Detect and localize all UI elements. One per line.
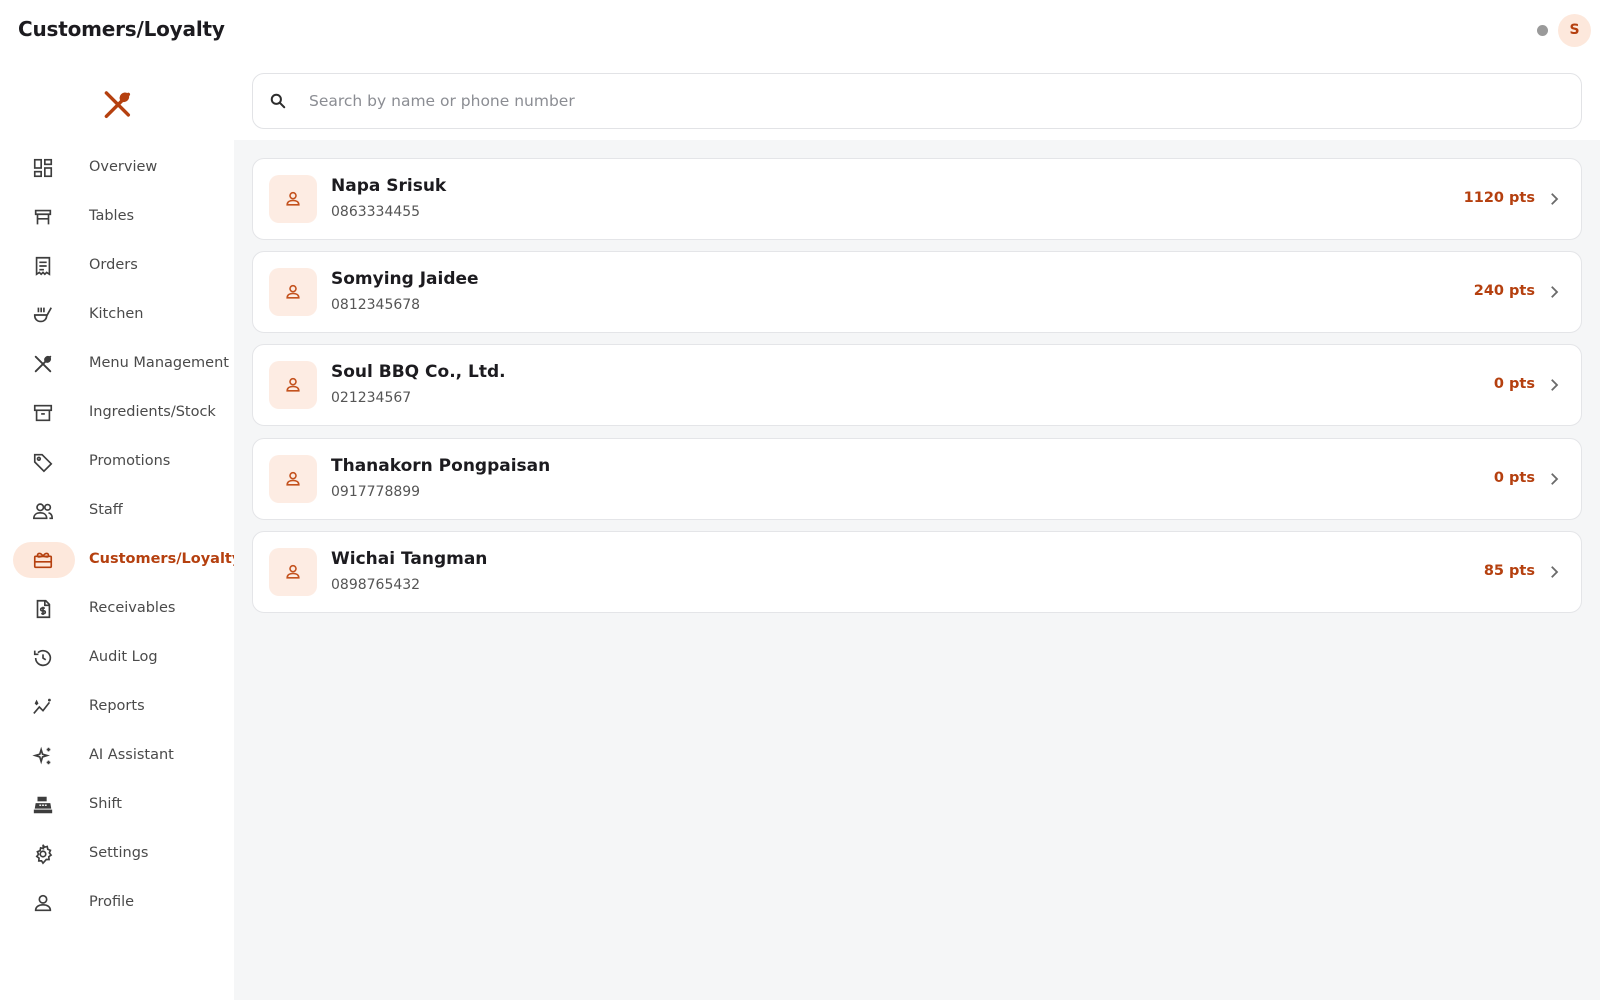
sidebar-item-label: Reports — [89, 698, 145, 714]
loyalty-points: 1120 pts — [1463, 190, 1535, 206]
customer-phone: 0812345678 — [331, 297, 421, 313]
sidebar-item-tables[interactable]: Tables — [13, 199, 228, 235]
chevron-right-icon — [1551, 566, 1559, 578]
tag-icon — [32, 451, 54, 473]
customer-name: Napa Srisuk — [331, 176, 447, 196]
sidebar-item-label: Ingredients/Stock — [89, 404, 216, 420]
sidebar-item-shift[interactable]: Shift — [13, 787, 228, 823]
customer-card[interactable]: Somying Jaidee 0812345678 240 pts — [252, 251, 1582, 333]
utensils-icon — [32, 353, 54, 375]
sidebar-item-promotions[interactable]: Promotions — [13, 444, 228, 480]
sidebar-item-customers-loyalty[interactable]: Customers/Loyalty — [13, 542, 241, 578]
sidebar-item-label: Customers/Loyalty — [89, 551, 242, 567]
sidebar-item-label: Tables — [89, 208, 135, 224]
loyalty-points: 240 pts — [1473, 283, 1535, 299]
kitchen-icon — [32, 304, 54, 326]
customer-name: Soul BBQ Co., Ltd. — [331, 362, 506, 382]
customer-phone: 0898765432 — [331, 577, 421, 593]
gear-icon — [32, 843, 54, 865]
trend-chart-icon — [32, 696, 54, 718]
search-input[interactable] — [309, 84, 1559, 118]
chevron-right-icon — [1551, 286, 1559, 298]
sidebar-item-label: Orders — [89, 257, 138, 273]
sidebar-item-label: Menu Management — [89, 355, 229, 371]
loyalty-card-icon — [32, 549, 54, 571]
restaurant-logo-icon — [100, 88, 134, 122]
sidebar-item-staff[interactable]: Staff — [13, 493, 228, 529]
sidebar-item-reports[interactable]: Reports — [13, 689, 228, 725]
chevron-right-icon — [1551, 473, 1559, 485]
customer-card[interactable]: Napa Srisuk 0863334455 1120 pts — [252, 158, 1582, 240]
person-icon — [286, 564, 300, 579]
sidebar-item-menu-management[interactable]: Menu Management — [13, 346, 229, 382]
sidebar-item-label: Promotions — [89, 453, 171, 469]
customer-phone: 0917778899 — [331, 484, 421, 500]
people-icon — [32, 500, 54, 522]
person-icon — [286, 377, 300, 392]
sidebar-item-ai-assistant[interactable]: AI Assistant — [13, 738, 228, 774]
sidebar-item-kitchen[interactable]: Kitchen — [13, 297, 228, 333]
person-icon — [286, 191, 300, 206]
person-icon — [286, 471, 300, 486]
table-icon — [32, 206, 54, 228]
customer-name: Thanakorn Pongpaisan — [331, 456, 551, 476]
customer-avatar — [269, 175, 317, 223]
sidebar-item-label: Staff — [89, 502, 123, 518]
sidebar-item-profile[interactable]: Profile — [13, 885, 228, 921]
history-icon — [32, 647, 54, 669]
customer-card[interactable]: Wichai Tangman 0898765432 85 pts — [252, 531, 1582, 613]
customer-phone: 021234567 — [331, 390, 412, 406]
customer-card[interactable]: Soul BBQ Co., Ltd. 021234567 0 pts — [252, 344, 1582, 426]
customer-phone: 0863334455 — [331, 204, 421, 220]
search-bar[interactable] — [252, 73, 1582, 129]
loyalty-points: 85 pts — [1483, 563, 1535, 579]
sidebar-item-ingredients-stock[interactable]: Ingredients/Stock — [13, 395, 228, 431]
sidebar-item-label: AI Assistant — [89, 747, 174, 763]
customer-avatar — [269, 268, 317, 316]
customer-avatar — [269, 455, 317, 503]
sidebar: Overview Tables Orders Kitchen Menu Mana… — [0, 60, 241, 1000]
sidebar-item-label: Kitchen — [89, 306, 144, 322]
chevron-right-icon — [1551, 379, 1559, 391]
status-indicator — [1537, 25, 1548, 36]
invoice-dollar-icon — [32, 598, 54, 620]
avatar[interactable]: S — [1558, 14, 1591, 47]
cash-register-icon — [32, 794, 54, 816]
sidebar-item-label: Shift — [89, 796, 122, 812]
top-app-bar: Customers/Loyalty S — [0, 0, 1600, 60]
person-icon — [286, 284, 300, 299]
sidebar-item-settings[interactable]: Settings — [13, 836, 228, 872]
receipt-icon — [32, 255, 54, 277]
archive-box-icon — [32, 402, 54, 424]
page-title: Customers/Loyalty — [18, 17, 225, 41]
sidebar-item-audit-log[interactable]: Audit Log — [13, 640, 228, 676]
sidebar-item-label: Settings — [89, 845, 149, 861]
customer-name: Somying Jaidee — [331, 269, 479, 289]
customer-avatar — [269, 548, 317, 596]
dashboard-icon — [32, 157, 54, 179]
chevron-right-icon — [1551, 193, 1559, 205]
customer-card[interactable]: Thanakorn Pongpaisan 0917778899 0 pts — [252, 438, 1582, 520]
person-icon — [32, 892, 54, 914]
sidebar-item-orders[interactable]: Orders — [13, 248, 228, 284]
sparkles-icon — [32, 745, 54, 767]
sidebar-item-receivables[interactable]: Receivables — [13, 591, 228, 627]
sidebar-item-overview[interactable]: Overview — [13, 150, 228, 186]
search-icon — [268, 91, 288, 111]
sidebar-item-label: Overview — [89, 159, 158, 175]
sidebar-item-label: Receivables — [89, 600, 176, 616]
loyalty-points: 0 pts — [1493, 470, 1535, 486]
sidebar-item-label: Profile — [89, 894, 135, 910]
sidebar-item-label: Audit Log — [89, 649, 158, 665]
loyalty-points: 0 pts — [1493, 376, 1535, 392]
customer-avatar — [269, 361, 317, 409]
customer-name: Wichai Tangman — [331, 549, 488, 569]
